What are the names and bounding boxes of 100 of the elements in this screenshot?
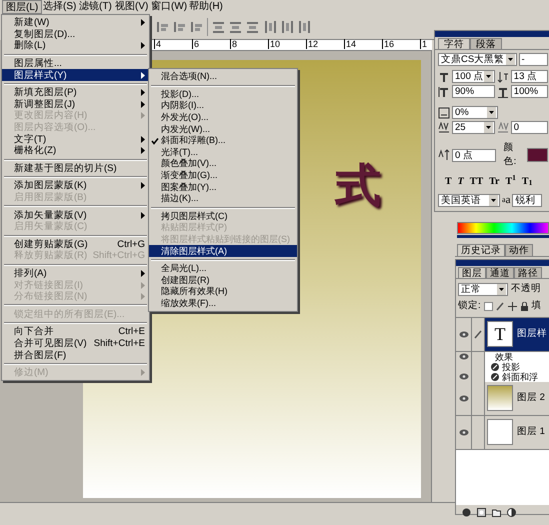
distribute-icon[interactable] bbox=[280, 20, 293, 34]
input-field[interactable]: 0 bbox=[510, 121, 548, 134]
text-style-button[interactable]: T bbox=[458, 176, 464, 188]
folder-icon[interactable] bbox=[492, 508, 501, 517]
menu-item[interactable]: 光泽(T)... bbox=[149, 146, 297, 158]
menu-item[interactable]: 拼合图层(F) bbox=[2, 349, 149, 361]
eye-icon[interactable] bbox=[458, 330, 468, 338]
eye-icon[interactable] bbox=[458, 353, 468, 360]
panel-tab[interactable]: 通道 bbox=[486, 267, 514, 278]
input-field[interactable]: 0 点 bbox=[452, 148, 496, 162]
brush-icon[interactable] bbox=[496, 302, 505, 311]
layer-row[interactable]: 图层 1 bbox=[456, 416, 549, 450]
menu-item[interactable]: 内发光(W)... bbox=[149, 123, 297, 135]
align-icon[interactable] bbox=[173, 20, 186, 34]
distribute-icon[interactable] bbox=[263, 20, 276, 34]
menu-item[interactable]: 混合选项(N)... bbox=[149, 71, 297, 83]
lock-transparency-icon[interactable] bbox=[484, 302, 493, 311]
text-style-button[interactable]: TT bbox=[470, 176, 484, 188]
layer-row[interactable]: T 图层样 bbox=[456, 318, 549, 352]
submenu-arrow-icon bbox=[141, 19, 145, 26]
menu-item[interactable]: 向下合并 Ctrl+E bbox=[2, 326, 149, 338]
leading-icon bbox=[496, 70, 509, 82]
menu-item[interactable]: 隐藏所有效果(H) bbox=[149, 286, 297, 298]
menu-item[interactable]: 创建剪贴蒙版(G) Ctrl+G bbox=[2, 238, 149, 250]
menu-item[interactable]: 新建基于图层的切片(S) bbox=[2, 162, 149, 174]
eye-icon[interactable] bbox=[458, 373, 468, 380]
move-icon[interactable] bbox=[508, 302, 517, 311]
menu-item[interactable]: 全局光(L)... bbox=[149, 262, 297, 274]
menu-item[interactable]: 复制图层(D)... bbox=[2, 28, 149, 40]
adjustment-icon[interactable] bbox=[507, 508, 516, 517]
dropdown-field[interactable]: 100 点 bbox=[452, 70, 495, 83]
menu-item[interactable]: 合并可见图层(V) Shift+Ctrl+E bbox=[2, 338, 149, 350]
panel-tab[interactable]: 路径 bbox=[514, 267, 542, 278]
align-icon[interactable] bbox=[190, 20, 203, 34]
distribute-icon[interactable] bbox=[246, 20, 259, 34]
eye-icon[interactable] bbox=[458, 428, 468, 436]
menu-item[interactable]: 图层属性... bbox=[2, 58, 149, 70]
color-swatch[interactable] bbox=[527, 148, 548, 162]
text-style-button[interactable]: Tr bbox=[489, 176, 500, 188]
vertical-scale-icon bbox=[438, 86, 450, 98]
menu-item[interactable]: 斜面和浮雕(B)... bbox=[149, 134, 297, 147]
menu-item[interactable]: 描边(K)... bbox=[149, 192, 297, 205]
distribute-icon[interactable] bbox=[212, 20, 225, 34]
ruler-number: 12 bbox=[306, 39, 318, 49]
lock-icon[interactable] bbox=[520, 302, 529, 311]
menu-item[interactable]: 图层样式(Y) bbox=[2, 69, 149, 81]
text-style-button[interactable]: T bbox=[445, 176, 452, 188]
link-cell[interactable] bbox=[472, 318, 485, 350]
align-icon[interactable] bbox=[156, 20, 169, 34]
menu-item[interactable]: 缩放效果(F)... bbox=[149, 298, 297, 310]
panel-tab[interactable]: 动作 bbox=[505, 244, 533, 256]
distribute-icon[interactable] bbox=[229, 20, 242, 34]
menu-item[interactable]: 新建(W) bbox=[2, 17, 149, 29]
menu-item[interactable]: 清除图层样式(A) bbox=[149, 245, 297, 257]
menu-item[interactable]: 渐变叠加(G)... bbox=[149, 170, 297, 182]
color-spectrum[interactable] bbox=[457, 222, 549, 234]
menu-item[interactable]: 添加矢量蒙版(V) bbox=[2, 209, 149, 221]
ruler-number: 4 bbox=[154, 39, 162, 49]
input-field[interactable]: 90% bbox=[452, 85, 495, 98]
text-style-button[interactable]: T$_{1}$ bbox=[522, 176, 532, 188]
dropdown-field[interactable]: 25 bbox=[452, 121, 495, 134]
dropdown-field[interactable]: 美国英语 bbox=[438, 194, 500, 206]
visibility-cell[interactable] bbox=[456, 318, 472, 350]
menu-item[interactable]: 图层(L) bbox=[2, 0, 42, 14]
menu-item[interactable]: 新调整图层(J) bbox=[2, 98, 149, 110]
opacity-label: 不透明 bbox=[511, 282, 541, 296]
visibility-cell[interactable] bbox=[456, 372, 472, 382]
menu-item[interactable]: 添加图层蒙版(K) bbox=[2, 180, 149, 192]
input-field[interactable]: 锐利 bbox=[512, 194, 542, 206]
menu-item[interactable]: 创建图层(R) bbox=[149, 274, 297, 286]
menu-item[interactable]: 删除(L) bbox=[2, 40, 149, 52]
menu-item[interactable]: 新填充图层(P) bbox=[2, 86, 149, 99]
effect-icon[interactable] bbox=[462, 508, 471, 517]
menu-item[interactable]: 外发光(O)... bbox=[149, 112, 297, 124]
dropdown-field[interactable]: 0% bbox=[452, 106, 498, 119]
layer-name: 图层 2 bbox=[517, 390, 545, 405]
text-style-button[interactable]: T$^{1}$ bbox=[506, 176, 516, 188]
panel-tab[interactable]: 段落 bbox=[470, 38, 502, 49]
menu-item[interactable]: 拷贝图层样式(C) bbox=[149, 210, 297, 222]
menu-item[interactable]: 排列(A) bbox=[2, 268, 149, 280]
input-field[interactable]: 100% bbox=[510, 85, 548, 98]
menu-item[interactable]: 栅格化(Z) bbox=[2, 144, 149, 157]
dropdown-field[interactable]: 文鼎CS大黑繁 bbox=[438, 53, 517, 66]
menu-item[interactable]: 文字(T) bbox=[2, 133, 149, 145]
menu-item[interactable]: 内阴影(I)... bbox=[149, 100, 297, 112]
visibility-cell[interactable] bbox=[456, 352, 472, 362]
distribute-icon[interactable] bbox=[297, 20, 310, 34]
layer-row[interactable]: 图层 2 bbox=[456, 382, 549, 416]
menu-item[interactable]: 投影(D)... bbox=[149, 88, 297, 100]
eye-icon[interactable] bbox=[458, 394, 468, 402]
panel-tab[interactable]: 字符 bbox=[438, 38, 470, 49]
input-field[interactable]: 13 点 bbox=[510, 70, 548, 83]
menu-item[interactable]: 图案叠加(Y)... bbox=[149, 181, 297, 193]
menu-item[interactable]: 颜色叠加(V)... bbox=[149, 158, 297, 170]
dropdown-field[interactable]: 正常 bbox=[458, 282, 508, 296]
panel-tab[interactable]: 历史记录 bbox=[457, 244, 505, 256]
input-field[interactable]: - bbox=[518, 53, 548, 66]
mask-icon[interactable] bbox=[477, 508, 486, 517]
panel-tab[interactable]: 图层 bbox=[458, 267, 486, 278]
visibility-cell[interactable] bbox=[456, 362, 472, 372]
